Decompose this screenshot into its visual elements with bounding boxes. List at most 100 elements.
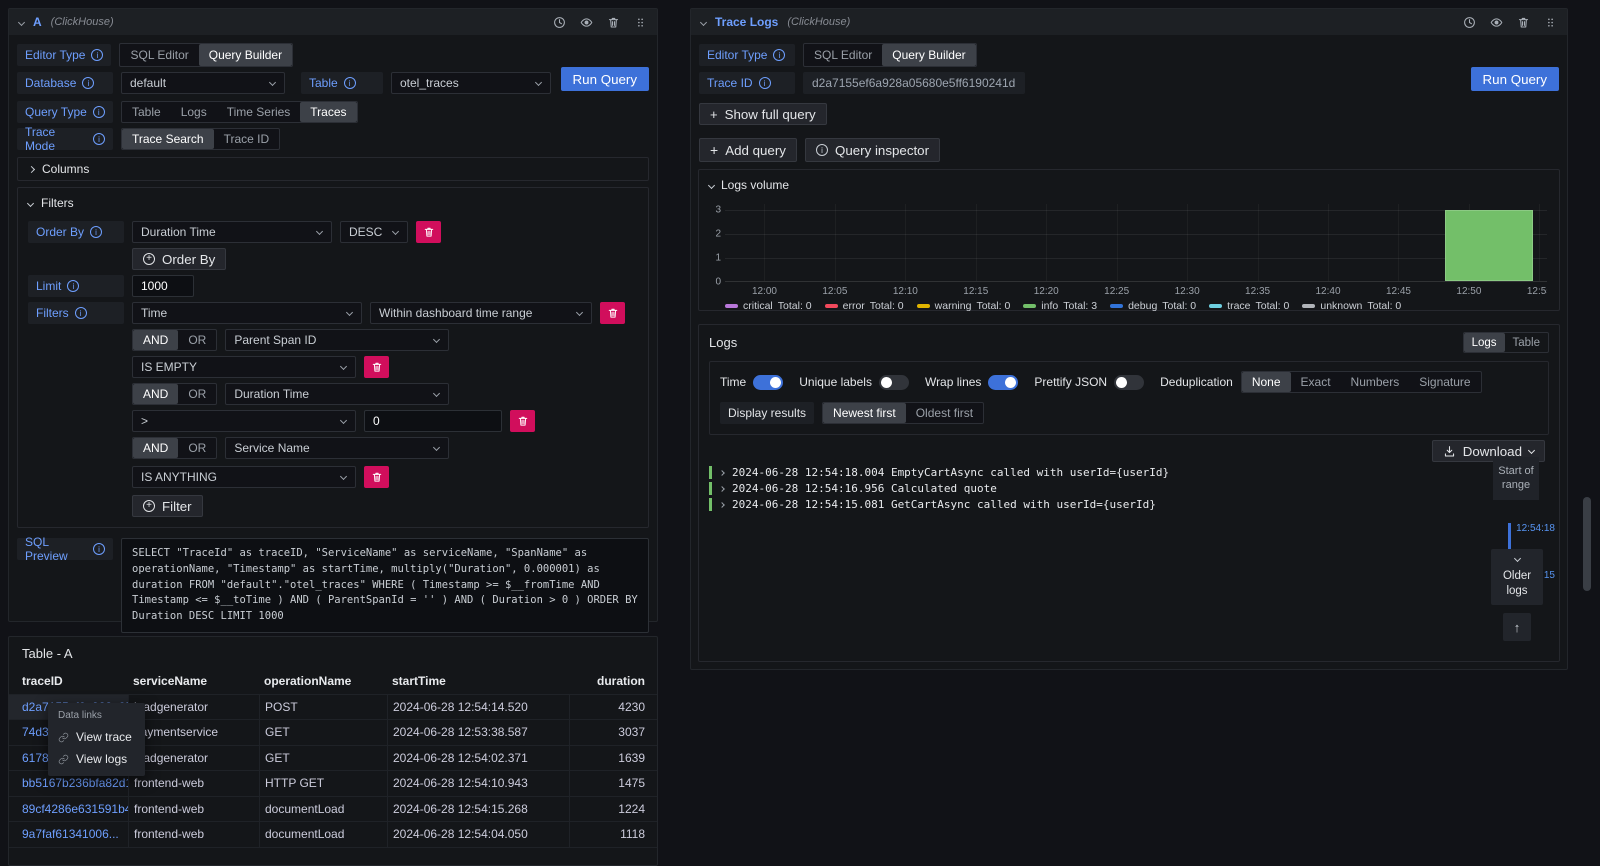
option-oldest-first[interactable]: Oldest first bbox=[906, 403, 983, 423]
legend-item[interactable]: unknownTotal: 0 bbox=[1302, 300, 1401, 312]
grid-line bbox=[1046, 204, 1047, 281]
option-and[interactable]: AND bbox=[133, 384, 178, 404]
deduplication-label: Deduplication bbox=[1160, 375, 1233, 389]
add-filter-button[interactable]: +Filter bbox=[132, 495, 203, 517]
panel-subtitle: (ClickHouse) bbox=[787, 16, 850, 28]
plus-circle-icon: + bbox=[143, 500, 155, 512]
option-or[interactable]: OR bbox=[178, 438, 216, 458]
remove-condition-button[interactable] bbox=[364, 356, 389, 378]
option-logs[interactable]: Logs bbox=[171, 102, 217, 122]
log-line[interactable]: 2024-06-28 12:54:16.956 Calculated quote bbox=[709, 481, 1439, 496]
table-select[interactable]: otel_traces bbox=[391, 72, 551, 94]
option-exact[interactable]: Exact bbox=[1291, 372, 1341, 392]
panel-collapse-icon[interactable] bbox=[18, 18, 25, 25]
filter-time-field-select[interactable]: Time bbox=[132, 302, 362, 324]
remove-condition-button[interactable] bbox=[364, 466, 389, 488]
log-line[interactable]: 2024-06-28 12:54:15.081 GetCartAsync cal… bbox=[709, 497, 1439, 512]
option-signature[interactable]: Signature bbox=[1409, 372, 1480, 392]
filters-section-header[interactable]: Filters bbox=[28, 196, 638, 210]
legend-swatch bbox=[725, 304, 738, 308]
option-trace-search[interactable]: Trace Search bbox=[122, 129, 214, 149]
database-select[interactable]: default bbox=[121, 72, 285, 94]
log-volume-bar[interactable] bbox=[1445, 210, 1533, 281]
remove-condition-button[interactable] bbox=[510, 410, 535, 432]
legend-swatch bbox=[1023, 304, 1036, 308]
legend-item[interactable]: warningTotal: 0 bbox=[917, 300, 1011, 312]
query-inspector-button[interactable]: iQuery inspector bbox=[805, 138, 940, 162]
menu-item-view-logs[interactable]: View logs bbox=[48, 748, 145, 770]
option-and[interactable]: AND bbox=[133, 438, 178, 458]
condition-field-select[interactable]: Duration Time bbox=[225, 383, 449, 405]
toggle-prettify-json[interactable]: Prettify JSON bbox=[1034, 375, 1144, 390]
table-label: Tablei bbox=[301, 72, 383, 94]
scroll-to-top-button[interactable]: ↑ bbox=[1503, 613, 1531, 641]
option-or[interactable]: OR bbox=[178, 384, 216, 404]
option-newest-first[interactable]: Newest first bbox=[823, 403, 906, 423]
older-logs-button[interactable]: Older logs bbox=[1491, 549, 1543, 605]
option-time-series[interactable]: Time Series bbox=[217, 102, 301, 122]
trash-icon[interactable] bbox=[1517, 16, 1530, 29]
panel-collapse-icon[interactable] bbox=[700, 18, 707, 25]
condition-operator-select[interactable]: IS ANYTHING bbox=[132, 466, 356, 488]
limit-input[interactable] bbox=[132, 275, 194, 297]
option-sql-editor[interactable]: SQL Editor bbox=[120, 44, 198, 66]
table-header-cell: operationName bbox=[259, 669, 387, 695]
condition-field-select[interactable]: Service Name bbox=[225, 437, 449, 459]
page-scrollbar-thumb[interactable] bbox=[1583, 497, 1591, 591]
eye-icon[interactable] bbox=[580, 16, 593, 29]
toggle-switch[interactable] bbox=[988, 375, 1018, 390]
order-by-direction-select[interactable]: DESC bbox=[340, 221, 408, 243]
trace-id-input[interactable] bbox=[803, 72, 1025, 94]
option-logs-view[interactable]: Logs bbox=[1464, 333, 1505, 352]
option-and[interactable]: AND bbox=[133, 330, 178, 350]
toggle-unique-labels[interactable]: Unique labels bbox=[799, 375, 909, 390]
condition-operator-select[interactable]: > bbox=[132, 410, 356, 432]
remove-filter-button[interactable] bbox=[600, 302, 625, 324]
toggle-time[interactable]: Time bbox=[720, 375, 783, 390]
condition-value-input[interactable] bbox=[364, 410, 502, 432]
run-query-button[interactable]: Run Query bbox=[1471, 67, 1559, 91]
option-trace-id[interactable]: Trace ID bbox=[214, 129, 280, 149]
legend-item[interactable]: errorTotal: 0 bbox=[825, 300, 904, 312]
legend-name: error bbox=[843, 300, 865, 312]
toggle-switch[interactable] bbox=[1114, 375, 1144, 390]
toggle-switch[interactable] bbox=[879, 375, 909, 390]
option-table[interactable]: Table bbox=[122, 102, 171, 122]
option-query-builder[interactable]: Query Builder bbox=[882, 44, 975, 66]
option-or[interactable]: OR bbox=[178, 330, 216, 350]
option-sql-editor[interactable]: SQL Editor bbox=[804, 44, 882, 66]
condition-field-select[interactable]: Parent Span ID bbox=[225, 329, 449, 351]
filter-time-value-select[interactable]: Within dashboard time range bbox=[370, 302, 592, 324]
add-order-by-button[interactable]: +Order By bbox=[132, 248, 226, 270]
remove-order-by-button[interactable] bbox=[416, 221, 441, 243]
option-traces[interactable]: Traces bbox=[300, 102, 356, 122]
option-none[interactable]: None bbox=[1242, 372, 1291, 392]
option-query-builder[interactable]: Query Builder bbox=[199, 44, 292, 66]
run-query-button[interactable]: Run Query bbox=[561, 67, 649, 91]
legend-item[interactable]: traceTotal: 0 bbox=[1209, 300, 1289, 312]
logs-volume-header[interactable]: Logs volume bbox=[699, 170, 1559, 200]
show-full-query-button[interactable]: +Show full query bbox=[699, 103, 827, 125]
toggle-wrap-lines[interactable]: Wrap lines bbox=[925, 375, 1018, 390]
trace-id-link[interactable]: 9a7faf61341006... bbox=[9, 822, 128, 848]
drag-handle-icon[interactable] bbox=[1544, 16, 1557, 29]
history-icon[interactable] bbox=[553, 16, 566, 29]
trash-icon[interactable] bbox=[607, 16, 620, 29]
eye-icon[interactable] bbox=[1490, 16, 1503, 29]
trace-id-link[interactable]: 89cf4286e631591b4... bbox=[9, 797, 128, 823]
legend-item[interactable]: debugTotal: 0 bbox=[1110, 300, 1196, 312]
option-table-view[interactable]: Table bbox=[1505, 333, 1549, 352]
history-icon[interactable] bbox=[1463, 16, 1476, 29]
order-by-field-select[interactable]: Duration Time bbox=[132, 221, 332, 243]
option-numbers[interactable]: Numbers bbox=[1341, 372, 1410, 392]
columns-section[interactable]: Columns bbox=[17, 157, 649, 181]
query-type-group: Table Logs Time Series Traces bbox=[121, 101, 358, 123]
condition-operator-select[interactable]: IS EMPTY bbox=[132, 356, 356, 378]
menu-item-view-trace[interactable]: View trace bbox=[48, 726, 145, 748]
toggle-switch[interactable] bbox=[753, 375, 783, 390]
legend-item[interactable]: infoTotal: 3 bbox=[1023, 300, 1097, 312]
add-query-button[interactable]: +Add query bbox=[699, 138, 797, 162]
log-line[interactable]: 2024-06-28 12:54:18.004 EmptyCartAsync c… bbox=[709, 465, 1439, 480]
drag-handle-icon[interactable] bbox=[634, 16, 647, 29]
legend-item[interactable]: criticalTotal: 0 bbox=[725, 300, 812, 312]
